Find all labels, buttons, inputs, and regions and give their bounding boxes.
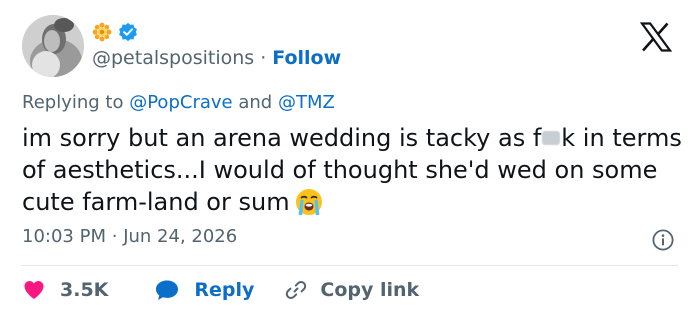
tweet-text-part1: im sorry but an arena wedding is tacky a… [22, 124, 542, 152]
reply-context: Replying to @PopCrave and @TMZ [22, 92, 335, 113]
copy-link-label: Copy link [320, 279, 420, 301]
meta-separator: · [111, 226, 118, 247]
x-logo-icon[interactable] [640, 22, 672, 52]
loudly-crying-face-icon [295, 189, 322, 215]
info-icon[interactable] [652, 229, 674, 251]
mention-popcrave[interactable]: @PopCrave [129, 92, 232, 113]
author-handle[interactable]: @petalspositions [92, 47, 254, 69]
censor-blur [542, 131, 561, 145]
reply-bubble-icon [156, 280, 179, 300]
like-count: 3.5K [60, 279, 109, 301]
handle-separator: · [260, 47, 267, 69]
action-bar: 3.5K Reply Copy link [22, 276, 419, 304]
reply-prefix: Replying to [22, 92, 124, 113]
reply-joiner: and [238, 92, 273, 113]
avatar-image [22, 15, 84, 77]
author-badges [92, 22, 138, 42]
follow-button[interactable]: Follow [272, 47, 341, 69]
avatar[interactable] [22, 15, 84, 77]
verified-icon [119, 22, 137, 42]
mention-tmz[interactable]: @TMZ [278, 92, 335, 113]
sunflower-icon [92, 22, 112, 42]
author-row: @petalspositions · Follow [92, 47, 341, 69]
heart-icon [24, 281, 44, 299]
reply-button[interactable]: Reply [154, 278, 254, 302]
divider [22, 265, 678, 266]
tweet-text: im sorry but an arena wedding is tacky a… [22, 122, 682, 218]
tweet-date: Jun 24, 2026 [123, 226, 238, 247]
copy-link-button[interactable]: Copy link [284, 278, 419, 302]
link-icon [286, 281, 307, 299]
reply-label: Reply [194, 279, 255, 301]
tweet-time: 10:03 PM [22, 226, 106, 247]
tweet-timestamp[interactable]: 10:03 PM · Jun 24, 2026 [22, 226, 237, 247]
like-button[interactable]: 3.5K [22, 278, 108, 302]
